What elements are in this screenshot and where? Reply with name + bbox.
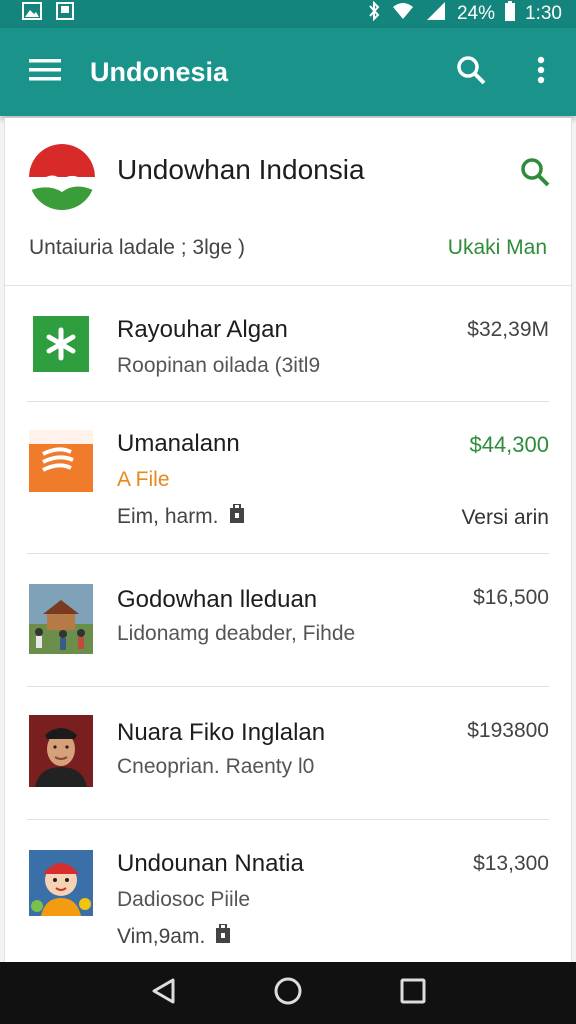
battery-icon xyxy=(505,1,516,27)
file-lock-icon xyxy=(229,503,245,530)
cartoon-avatar xyxy=(29,850,93,916)
content-card: Undowhan Indonsia Untaiuria ladale ; 3lg… xyxy=(4,118,572,968)
system-nav-bar xyxy=(0,962,576,1024)
item-title: Umanalann xyxy=(117,430,240,457)
recents-square-icon xyxy=(400,978,426,1009)
item-subtitle: Lidonamg deabder, Fihde xyxy=(117,622,356,645)
overflow-menu-button[interactable] xyxy=(506,28,576,116)
item-thumbnail xyxy=(29,430,93,492)
signal-icon xyxy=(425,1,447,27)
header-title: Undowhan Indonsia xyxy=(117,154,365,185)
clock: 1:30 xyxy=(525,3,562,24)
home-button[interactable] xyxy=(268,973,308,1013)
bluetooth-icon xyxy=(367,0,381,27)
village-photo xyxy=(29,584,93,654)
home-circle-icon xyxy=(273,976,303,1011)
list-item[interactable]: Rayouhar Algan $32,39M Roopinan oilada (… xyxy=(27,286,549,402)
gallery-icon xyxy=(22,2,42,26)
item-meta-text: Eim, harm. xyxy=(117,505,219,528)
item-title: Undounan Nnatia xyxy=(117,850,304,877)
app-title: Undonesia xyxy=(90,56,229,87)
more-vert-icon xyxy=(537,56,545,89)
item-price: $44,300 xyxy=(469,432,549,457)
item-title: Rayouhar Algan xyxy=(117,316,288,343)
image-icon xyxy=(56,2,74,26)
person-photo xyxy=(29,715,93,787)
menu-button[interactable] xyxy=(0,28,90,116)
item-subtitle: Roopinan oilada (3itl9 xyxy=(117,354,321,377)
list-item[interactable]: Godowhan lleduan $16,500 Lidonamg deabde… xyxy=(27,554,549,687)
hamburger-icon xyxy=(29,58,61,87)
item-subtitle: Dadiosoc Piile xyxy=(117,888,251,911)
item-thumbnail xyxy=(29,584,93,654)
item-title: Godowhan lleduan xyxy=(117,586,318,613)
header-link[interactable]: Ukaki Man xyxy=(448,236,547,260)
search-icon xyxy=(456,55,486,90)
item-price: $13,300 xyxy=(473,852,549,875)
item-price: $193800 xyxy=(467,719,549,742)
item-thumbnail xyxy=(29,850,93,916)
list-item[interactable]: Nuara Fiko Inglalan $193800 Cneoprian. R… xyxy=(27,687,549,820)
battery-percent: 24% xyxy=(456,3,496,24)
item-meta: Vim,9am. xyxy=(117,923,231,950)
flag-icon xyxy=(29,430,93,492)
item-price: $16,500 xyxy=(473,586,549,609)
item-meta-text: Vim,9am. xyxy=(117,925,206,948)
asterisk-icon xyxy=(33,327,89,372)
item-thumbnail xyxy=(33,316,89,372)
recents-button[interactable] xyxy=(393,973,433,1013)
file-lock-icon xyxy=(215,923,231,950)
item-version: Versi arin xyxy=(461,506,549,529)
list-item[interactable]: Undounan Nnatia $13,300 Dadiosoc Piile V… xyxy=(27,820,549,968)
status-bar: 24% 1:30 xyxy=(0,0,576,28)
wifi-icon xyxy=(391,1,415,27)
item-subtitle: Cneoprian. Raenty l0 xyxy=(117,755,315,778)
header-subtitle: Untaiuria ladale ; 3lge ) xyxy=(29,236,245,259)
search-icon xyxy=(519,156,551,193)
back-triangle-icon xyxy=(151,978,175,1009)
list-header: Undowhan Indonsia Untaiuria ladale ; 3lg… xyxy=(5,118,571,286)
app-bar: Undonesia xyxy=(0,28,576,116)
item-title: Nuara Fiko Inglalan xyxy=(117,719,326,746)
item-file-label[interactable]: A File xyxy=(117,468,170,492)
back-button[interactable] xyxy=(143,973,183,1013)
header-search-button[interactable] xyxy=(517,156,553,192)
item-meta: Eim, harm. xyxy=(117,503,245,530)
item-price: $32,39M xyxy=(467,318,549,341)
indonesia-logo xyxy=(29,144,95,210)
list-item[interactable]: Umanalann $44,300 A File Eim, harm. Vers… xyxy=(27,402,549,554)
item-thumbnail xyxy=(29,715,93,787)
search-button[interactable] xyxy=(436,28,506,116)
